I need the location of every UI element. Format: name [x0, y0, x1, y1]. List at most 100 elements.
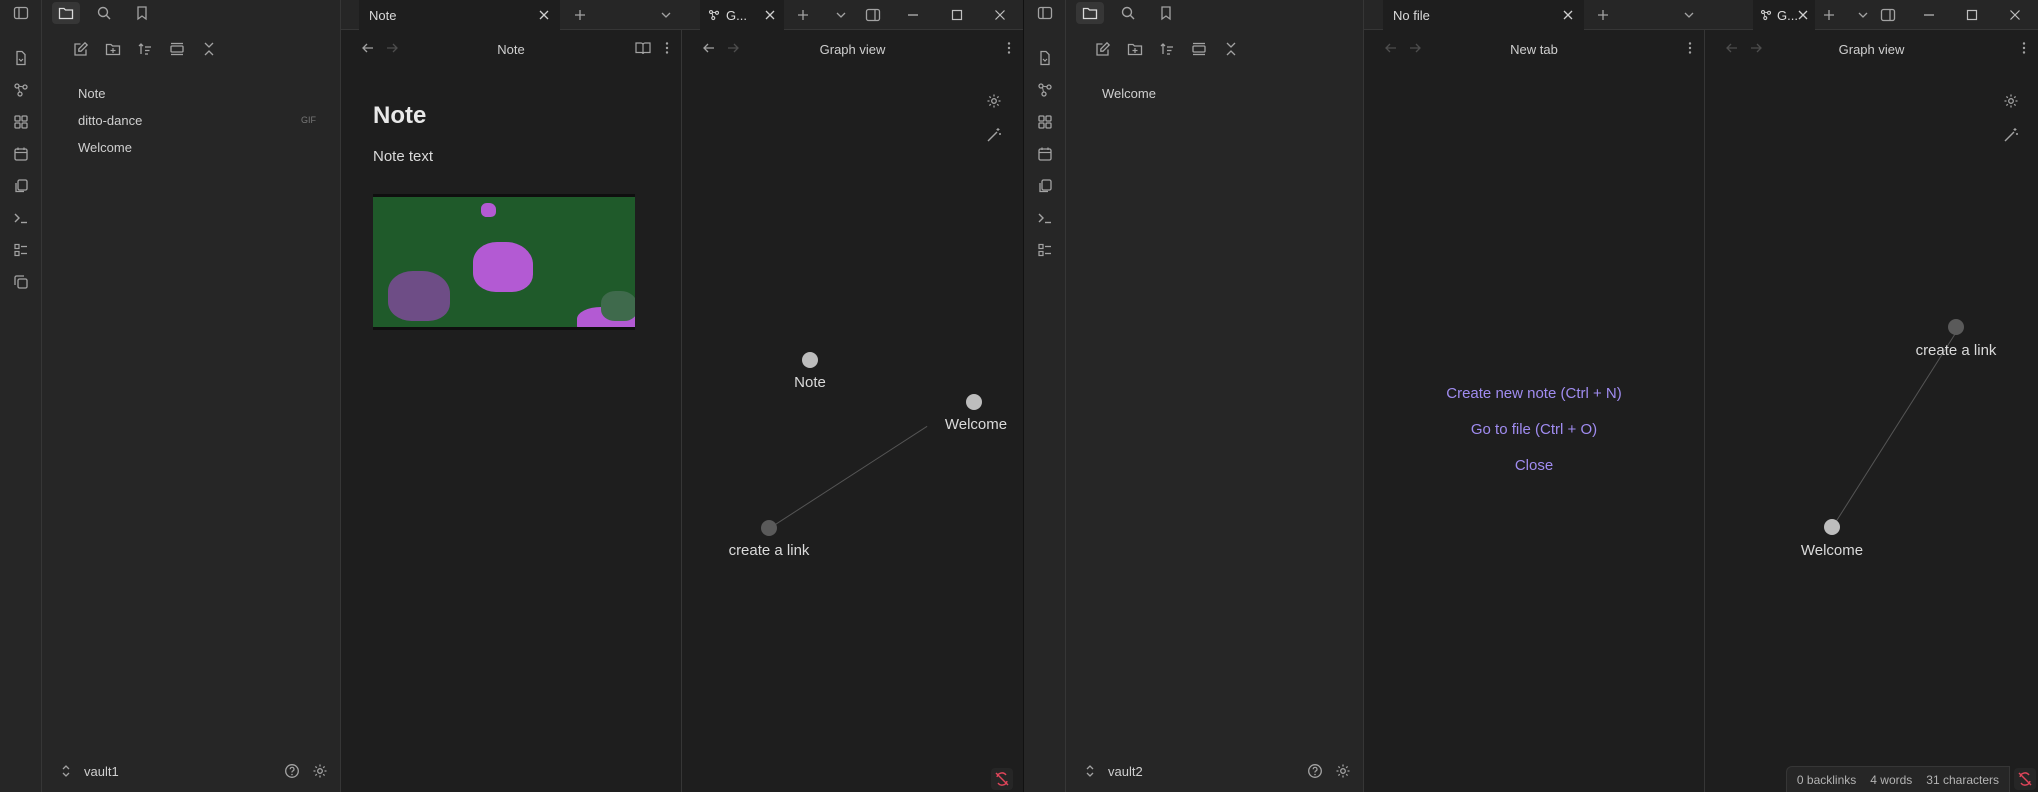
sync-status-button[interactable] [991, 768, 1013, 790]
open-quick-switcher-button[interactable] [0, 42, 42, 74]
tab-graph-view[interactable]: G... [1753, 0, 1815, 30]
auto-reveal-button[interactable] [168, 40, 186, 58]
more-options-button[interactable] [665, 41, 669, 55]
open-graph-view-button[interactable] [0, 74, 42, 106]
files-tab-button[interactable] [1076, 2, 1104, 24]
book-open-icon [635, 42, 651, 55]
go-to-file-link[interactable]: Go to file (Ctrl + O) [1364, 412, 1704, 448]
toggle-right-sidebar-button[interactable] [1878, 6, 1898, 24]
new-tab-button[interactable] [793, 6, 813, 24]
more-options-button[interactable] [2022, 41, 2026, 55]
sort-order-button[interactable] [136, 40, 154, 58]
create-new-note-link[interactable]: Create new note (Ctrl + N) [1364, 376, 1704, 412]
sort-ascending-icon [138, 43, 151, 55]
help-button[interactable] [284, 763, 300, 779]
tab-list-dropdown[interactable] [1853, 6, 1873, 24]
graph-node-welcome[interactable] [1824, 519, 1840, 535]
tab-graph-view[interactable]: G... [700, 0, 784, 30]
bases-button[interactable] [0, 234, 42, 266]
terminal-icon [14, 213, 27, 224]
graph-node-create-a-link[interactable] [1948, 319, 1964, 335]
bases-button[interactable] [1024, 234, 1066, 266]
bookmarks-tab-button[interactable] [1152, 2, 1180, 24]
tab-list-dropdown[interactable] [1679, 6, 1699, 24]
animate-graph-button[interactable] [985, 126, 1003, 144]
chevrons-collapse-icon [204, 42, 214, 56]
sync-status-button[interactable] [2014, 768, 2036, 790]
collapse-all-button[interactable] [200, 40, 218, 58]
maximize-button[interactable] [948, 6, 966, 24]
file-item-ditto-dance[interactable]: ditto-dance GIF [42, 107, 340, 134]
close-tab-button[interactable] [1560, 7, 1576, 23]
sidebar-toggle-icon [1037, 6, 1053, 20]
new-folder-button[interactable] [1126, 40, 1144, 58]
search-tab-button[interactable] [90, 2, 118, 24]
bookmarks-tab-button[interactable] [128, 2, 156, 24]
file-item-welcome[interactable]: Welcome [1066, 80, 1363, 107]
graph-pane: Graph view create a link Welcome [1705, 30, 2038, 792]
minimize-button[interactable] [904, 6, 922, 24]
open-graph-view-button[interactable] [1024, 74, 1066, 106]
files-tab-button[interactable] [52, 2, 80, 24]
toggle-right-sidebar-button[interactable] [863, 6, 883, 24]
minimize-button[interactable] [1920, 6, 1938, 24]
collapse-all-button[interactable] [1222, 40, 1240, 58]
tab-no-file[interactable]: No file [1383, 0, 1584, 30]
animate-graph-button[interactable] [2002, 126, 2020, 144]
close-window-button[interactable] [991, 6, 1009, 24]
graph-settings-button[interactable] [2002, 92, 2020, 110]
reading-view-button[interactable] [635, 41, 651, 55]
open-quick-switcher-button[interactable] [1024, 42, 1066, 74]
graph-settings-button[interactable] [985, 92, 1003, 110]
new-tab-button[interactable] [1819, 6, 1839, 24]
vault-switcher[interactable]: vault1 [42, 750, 340, 792]
open-command-palette-button[interactable] [0, 202, 42, 234]
graph-node-welcome[interactable] [966, 394, 982, 410]
new-tab-button[interactable] [1593, 6, 1613, 24]
tab-list-dropdown[interactable] [656, 6, 676, 24]
close-window-button[interactable] [2006, 6, 2024, 24]
audio-recorder-button[interactable] [0, 266, 42, 298]
graph-node-create-a-link[interactable] [761, 520, 777, 536]
tab-label: No file [1393, 7, 1430, 23]
help-button[interactable] [1307, 763, 1323, 779]
toggle-sidebar-button[interactable] [0, 0, 42, 26]
open-daily-note-button[interactable] [1024, 138, 1066, 170]
new-folder-button[interactable] [104, 40, 122, 58]
more-options-button[interactable] [1688, 41, 1692, 55]
open-command-palette-button[interactable] [1024, 202, 1066, 234]
toggle-sidebar-button[interactable] [1024, 0, 1066, 26]
sort-order-button[interactable] [1158, 40, 1176, 58]
chevron-down-icon [1858, 12, 1868, 18]
new-note-button[interactable] [1094, 40, 1112, 58]
open-daily-note-button[interactable] [0, 138, 42, 170]
open-canvas-button[interactable] [0, 106, 42, 138]
minimize-icon [1924, 14, 1934, 16]
close-tab-button[interactable] [536, 7, 552, 23]
file-item-note[interactable]: Note [42, 80, 340, 107]
insert-template-button[interactable] [1024, 170, 1066, 202]
insert-template-button[interactable] [0, 170, 42, 202]
tab-note[interactable]: Note [359, 0, 560, 30]
new-tab-button[interactable] [570, 6, 590, 24]
graph-node-note[interactable] [802, 352, 818, 368]
more-options-button[interactable] [1007, 41, 1011, 55]
file-item-welcome[interactable]: Welcome [42, 134, 340, 161]
maximize-button[interactable] [1963, 6, 1981, 24]
file-explorer-sidebar: Note ditto-dance GIF Welcome vault1 [42, 0, 341, 792]
tab-list-dropdown[interactable] [831, 6, 851, 24]
auto-reveal-button[interactable] [1190, 40, 1208, 58]
more-vertical-icon [1688, 42, 1692, 54]
chevron-down-icon [661, 12, 671, 18]
close-tab-link[interactable]: Close [1364, 448, 1704, 484]
close-tab-button[interactable] [1795, 7, 1811, 23]
settings-button[interactable] [312, 763, 328, 779]
settings-button[interactable] [1335, 763, 1351, 779]
vault-switcher[interactable]: vault2 [1066, 750, 1363, 792]
open-canvas-button[interactable] [1024, 106, 1066, 138]
search-tab-button[interactable] [1114, 2, 1142, 24]
new-note-button[interactable] [72, 40, 90, 58]
close-tab-button[interactable] [762, 7, 778, 23]
backlinks-count[interactable]: 0 backlinks [1797, 773, 1856, 787]
close-icon [2010, 10, 2020, 20]
